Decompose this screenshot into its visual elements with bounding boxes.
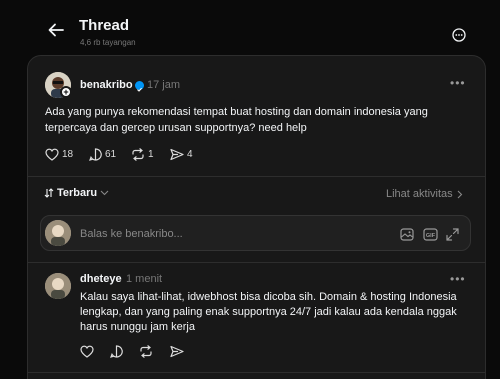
avatar-image [45, 220, 71, 246]
reply-repost-button[interactable] [139, 345, 153, 358]
repost-button[interactable]: 1 [131, 148, 154, 161]
share-icon [170, 345, 184, 358]
chevron-right-icon [457, 190, 462, 198]
author-name[interactable]: benakribo [80, 79, 133, 91]
reply-comment-button[interactable] [110, 345, 123, 358]
gif-icon: GIF [422, 227, 438, 241]
image-button[interactable] [398, 225, 416, 243]
sort-label: Terbaru [57, 187, 98, 199]
reply-composer: GIF [40, 215, 471, 251]
view-activity-link[interactable]: Lihat aktivitas [386, 188, 463, 200]
reply-author-name[interactable]: dheteye [80, 273, 122, 285]
reply-text-line-3: harus nunggu jam kerja [80, 321, 195, 333]
comment-icon [110, 345, 123, 358]
activity-label: Lihat aktivitas [386, 188, 453, 200]
post-text-line-1: Ada yang punya rekomendasi tempat buat h… [45, 106, 428, 118]
reply-time: 1 menit [126, 273, 163, 285]
gif-button[interactable]: GIF [421, 225, 439, 243]
reply-text-line-2: lengkap, dan yang paling enak supportnya… [80, 306, 457, 318]
share-count: 4 [187, 149, 193, 160]
heart-icon [45, 148, 59, 161]
verified-icon [135, 81, 144, 92]
like-button[interactable]: 18 [45, 148, 73, 161]
back-arrow-icon [48, 23, 64, 37]
page-title: Thread [79, 17, 130, 34]
repost-icon [140, 345, 152, 358]
comment-icon [89, 148, 102, 161]
more-icon[interactable]: ••• [450, 272, 466, 286]
share-button[interactable]: 4 [170, 148, 193, 161]
comment-count: 61 [105, 149, 117, 160]
divider [27, 262, 486, 263]
svg-text:GIF: GIF [425, 233, 435, 239]
expand-button[interactable] [443, 225, 461, 243]
comment-button[interactable]: 61 [89, 148, 116, 161]
more-icon[interactable]: ••• [450, 76, 466, 90]
reply-input[interactable] [80, 225, 380, 243]
thread-options-button[interactable] [449, 25, 469, 45]
sort-dropdown[interactable]: Terbaru [44, 187, 109, 199]
top-bar: Thread 4,6 rb tayangan [0, 0, 500, 56]
repost-count: 1 [148, 149, 154, 160]
avatar-image [45, 273, 71, 299]
view-count: 4,6 rb tayangan [80, 38, 136, 47]
post-text-line-2: terpercaya dan gercep urusan supportnya?… [45, 122, 307, 134]
back-button[interactable] [44, 18, 68, 42]
reply-author-avatar[interactable] [45, 273, 71, 299]
post-time: 17 jam [147, 79, 181, 91]
share-icon [170, 148, 184, 161]
image-icon [400, 227, 414, 241]
more-circle-icon [452, 28, 466, 42]
sort-icon [44, 188, 54, 198]
repost-icon [132, 148, 144, 161]
chevron-down-icon [100, 190, 109, 196]
my-avatar [45, 220, 71, 246]
reply-text-line-1: Kalau saya lihat-lihat, idwebhost bisa d… [80, 291, 457, 303]
heart-icon [80, 345, 94, 358]
reply-share-button[interactable] [170, 345, 184, 358]
divider [27, 176, 486, 177]
expand-icon [445, 227, 459, 241]
divider [27, 372, 486, 373]
follow-plus-icon[interactable]: + [60, 86, 72, 98]
like-count: 18 [62, 149, 74, 160]
reply-like-button[interactable] [80, 345, 94, 358]
